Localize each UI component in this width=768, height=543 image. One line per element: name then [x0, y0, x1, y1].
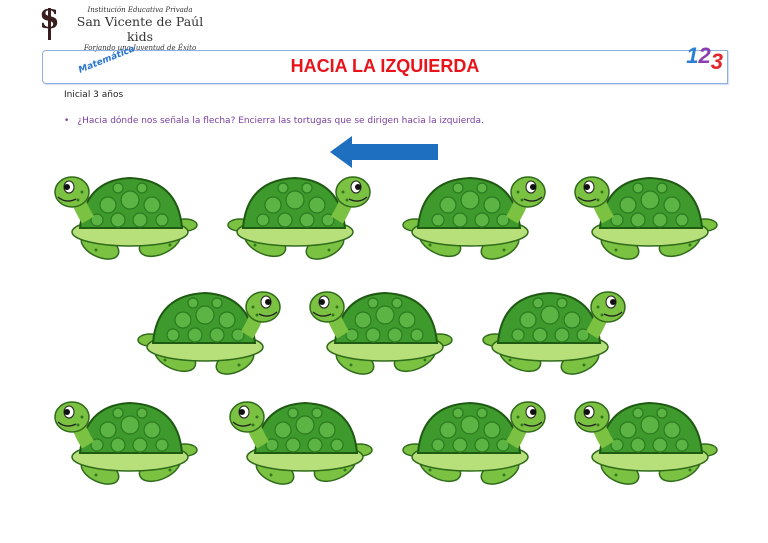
school-logo: S: [40, 6, 59, 40]
turtle-icon: [570, 395, 720, 495]
left-arrow-icon: [330, 136, 438, 168]
turtle-facing-right[interactable]: [225, 170, 375, 270]
turtle-facing-left[interactable]: [225, 395, 375, 495]
turtle-icon: [305, 285, 455, 385]
institution-block: Institución Educativa Privada San Vicent…: [70, 6, 210, 52]
instruction-text: ¿Hacia dónde nos señala la flecha? Encie…: [77, 116, 484, 126]
turtle-icon: [135, 285, 285, 385]
numbers-123-icon: 123: [686, 43, 723, 74]
bullet-icon: •: [64, 116, 70, 126]
number-2: 2: [698, 43, 711, 68]
turtle-facing-right[interactable]: [400, 170, 550, 270]
turtle-facing-right[interactable]: [135, 285, 285, 385]
instruction: • ¿Hacia dónde nos señala la flecha? Enci…: [64, 116, 484, 126]
institution-name: San Vicente de Paúl kids: [76, 14, 204, 44]
level-label: Inicial 3 años: [64, 90, 124, 100]
turtle-icon: [50, 395, 200, 495]
turtle-facing-left[interactable]: [570, 170, 720, 270]
worksheet: S Institución Educativa Privada San Vice…: [0, 0, 768, 543]
turtle-facing-right[interactable]: [480, 285, 630, 385]
number-1: 1: [686, 43, 699, 68]
turtle-icon: [225, 395, 375, 495]
turtle-facing-right[interactable]: [400, 395, 550, 495]
turtle-facing-left[interactable]: [570, 395, 720, 495]
turtle-icon: [570, 170, 720, 270]
page-title: HACIA LA IZQUIERDA: [290, 56, 480, 76]
turtle-facing-left[interactable]: [305, 285, 455, 385]
turtle-icon: [480, 285, 630, 385]
institution-type: Institución Educativa Privada: [87, 6, 193, 14]
turtle-facing-left[interactable]: [50, 170, 200, 270]
turtle-icon: [225, 170, 375, 270]
turtle-facing-left[interactable]: [50, 395, 200, 495]
turtle-icon: [400, 170, 550, 270]
number-3: 3: [710, 49, 723, 74]
turtle-icon: [50, 170, 200, 270]
title-banner: Matemática HACIA LA IZQUIERDA 123: [42, 43, 728, 84]
turtle-icon: [400, 395, 550, 495]
